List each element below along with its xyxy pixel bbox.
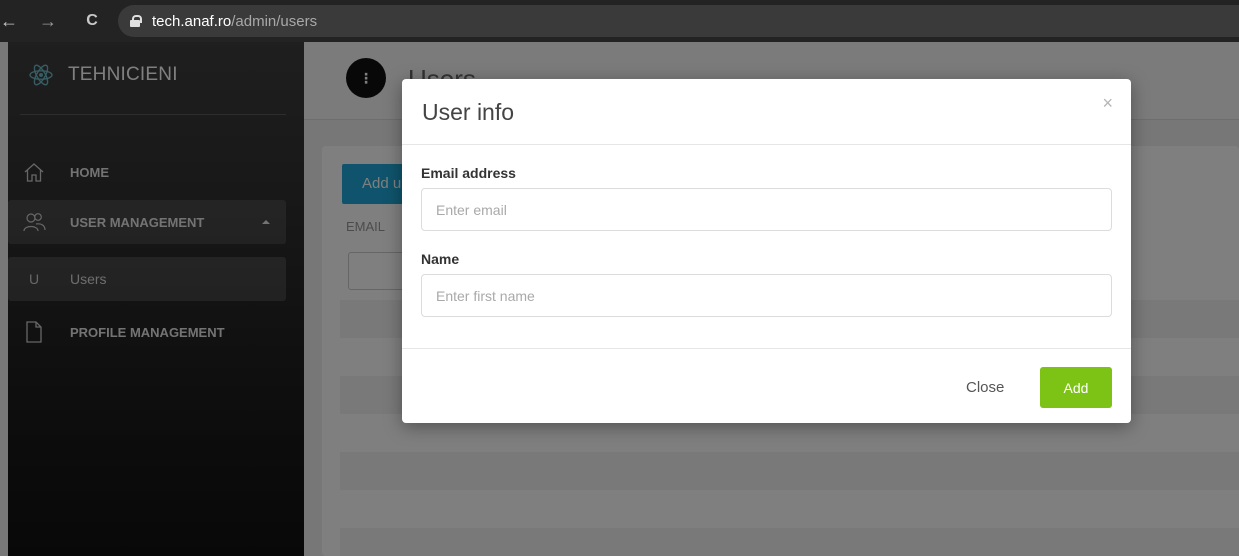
address-bar[interactable]: tech.anaf.ro /admin/users	[118, 5, 1239, 37]
url-domain: tech.anaf.ro	[152, 12, 232, 30]
close-icon[interactable]: ×	[1102, 93, 1113, 114]
url-path: /admin/users	[231, 12, 318, 30]
name-field[interactable]	[421, 274, 1112, 317]
email-field[interactable]	[421, 188, 1112, 231]
user-info-modal: User info × Email address Name Close Add	[402, 79, 1131, 423]
browser-toolbar: ← → C tech.anaf.ro /admin/users	[0, 0, 1239, 42]
email-label: Email address	[421, 165, 516, 181]
modal-header: User info ×	[402, 79, 1131, 145]
name-label: Name	[421, 251, 460, 267]
back-arrow-icon[interactable]: ←	[0, 11, 18, 32]
forward-arrow-icon[interactable]: →	[36, 11, 60, 32]
reload-icon[interactable]: C	[80, 12, 104, 30]
close-button[interactable]: Close	[950, 369, 1020, 407]
modal-title: User info	[422, 99, 515, 125]
modal-footer: Close Add	[402, 348, 1131, 423]
lock-icon	[130, 15, 142, 27]
add-button[interactable]: Add	[1040, 367, 1112, 408]
